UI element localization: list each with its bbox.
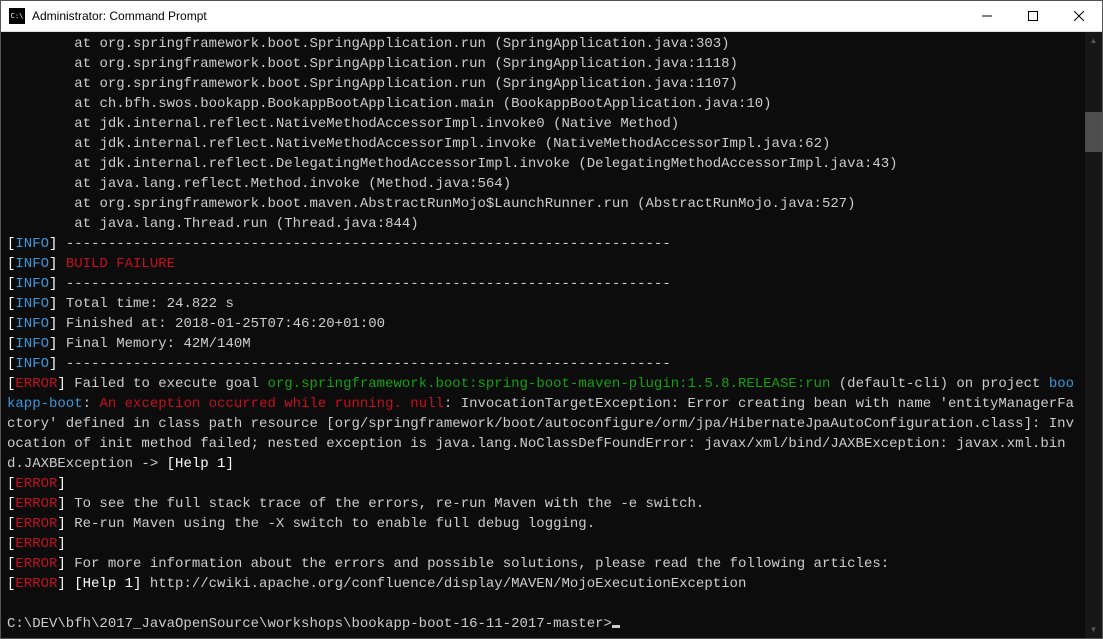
minimize-button[interactable]	[964, 1, 1010, 32]
titlebar[interactable]: Administrator: Command Prompt	[1, 1, 1102, 32]
close-button[interactable]	[1056, 1, 1102, 32]
scroll-down-button[interactable]: ▼	[1085, 621, 1102, 638]
scroll-thumb[interactable]	[1085, 112, 1102, 152]
console-area: at org.springframework.boot.SpringApplic…	[1, 32, 1102, 638]
console-output[interactable]: at org.springframework.boot.SpringApplic…	[1, 32, 1085, 638]
window-title: Administrator: Command Prompt	[32, 9, 964, 23]
maximize-button[interactable]	[1010, 1, 1056, 32]
maximize-icon	[1028, 11, 1038, 21]
scroll-up-button[interactable]: ▲	[1085, 32, 1102, 49]
cursor	[612, 625, 620, 628]
close-icon	[1074, 11, 1084, 21]
app-icon	[9, 8, 25, 24]
minimize-icon	[982, 11, 992, 21]
vertical-scrollbar[interactable]: ▲ ▼	[1085, 32, 1102, 638]
